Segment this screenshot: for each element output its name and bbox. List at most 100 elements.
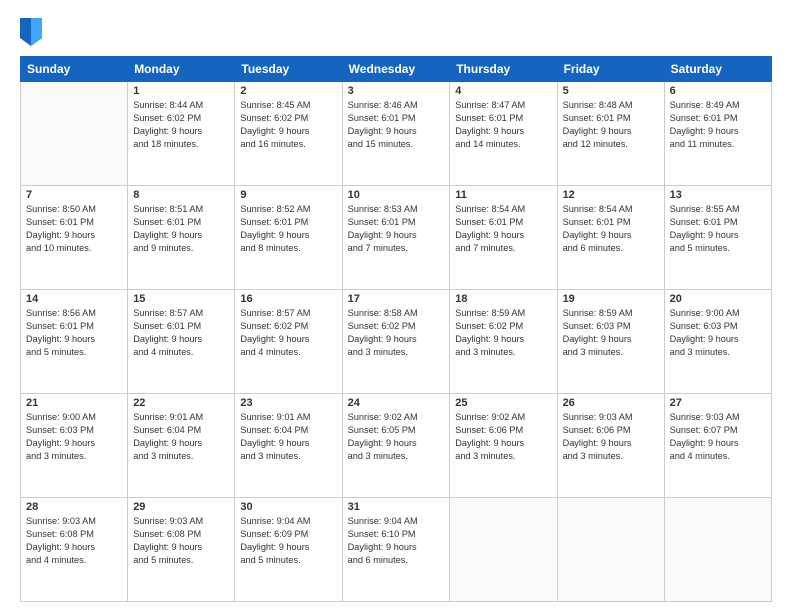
calendar-cell: 17 Sunrise: 8:58 AM Sunset: 6:02 PM Dayli… [342,290,450,394]
calendar-cell: 4 Sunrise: 8:47 AM Sunset: 6:01 PM Daylig… [450,82,557,186]
logo [20,18,46,46]
day-number: 1 [133,85,229,97]
calendar-cell: 6 Sunrise: 8:49 AM Sunset: 6:01 PM Daylig… [664,82,771,186]
cell-content: Sunrise: 8:55 AM Sunset: 6:01 PM Dayligh… [670,203,766,255]
day-number: 7 [26,189,122,201]
cell-content: Sunrise: 9:03 AM Sunset: 6:06 PM Dayligh… [563,411,659,463]
calendar-week-5: 28 Sunrise: 9:03 AM Sunset: 6:08 PM Dayli… [21,498,772,602]
col-header-wednesday: Wednesday [342,57,450,82]
col-header-saturday: Saturday [664,57,771,82]
day-number: 20 [670,293,766,305]
calendar-cell: 21 Sunrise: 9:00 AM Sunset: 6:03 PM Dayli… [21,394,128,498]
calendar-week-1: 1Sunrise: 8:44 AM Sunset: 6:02 PM Daylig… [21,82,772,186]
cell-content: Sunrise: 8:50 AM Sunset: 6:01 PM Dayligh… [26,203,122,255]
logo-icon [20,18,42,46]
cell-content: Sunrise: 9:03 AM Sunset: 6:08 PM Dayligh… [133,515,229,567]
day-number: 12 [563,189,659,201]
day-number: 28 [26,501,122,513]
day-number: 2 [240,85,336,97]
cell-content: Sunrise: 8:59 AM Sunset: 6:02 PM Dayligh… [455,307,551,359]
calendar-cell: 31 Sunrise: 9:04 AM Sunset: 6:10 PM Dayli… [342,498,450,602]
cell-content: Sunrise: 9:04 AM Sunset: 6:09 PM Dayligh… [240,515,336,567]
calendar-week-4: 21 Sunrise: 9:00 AM Sunset: 6:03 PM Dayli… [21,394,772,498]
cell-content: Sunrise: 9:03 AM Sunset: 6:08 PM Dayligh… [26,515,122,567]
calendar: SundayMondayTuesdayWednesdayThursdayFrid… [20,56,772,602]
calendar-cell [450,498,557,602]
day-number: 22 [133,397,229,409]
calendar-cell: 2 Sunrise: 8:45 AM Sunset: 6:02 PM Daylig… [235,82,342,186]
cell-content: Sunrise: 9:00 AM Sunset: 6:03 PM Dayligh… [670,307,766,359]
calendar-cell: 14 Sunrise: 8:56 AM Sunset: 6:01 PM Dayli… [21,290,128,394]
cell-content: Sunrise: 9:01 AM Sunset: 6:04 PM Dayligh… [133,411,229,463]
calendar-cell: 11Sunrise: 8:54 AM Sunset: 6:01 PM Dayli… [450,186,557,290]
calendar-cell: 13 Sunrise: 8:55 AM Sunset: 6:01 PM Dayli… [664,186,771,290]
calendar-cell: 15Sunrise: 8:57 AM Sunset: 6:01 PM Dayli… [128,290,235,394]
cell-content: Sunrise: 8:53 AM Sunset: 6:01 PM Dayligh… [348,203,445,255]
cell-content: Sunrise: 8:59 AM Sunset: 6:03 PM Dayligh… [563,307,659,359]
cell-content: Sunrise: 8:51 AM Sunset: 6:01 PM Dayligh… [133,203,229,255]
cell-content: Sunrise: 9:04 AM Sunset: 6:10 PM Dayligh… [348,515,445,567]
calendar-cell: 12 Sunrise: 8:54 AM Sunset: 6:01 PM Dayli… [557,186,664,290]
day-number: 13 [670,189,766,201]
page: SundayMondayTuesdayWednesdayThursdayFrid… [0,0,792,612]
calendar-cell: 7 Sunrise: 8:50 AM Sunset: 6:01 PM Daylig… [21,186,128,290]
calendar-cell: 3Sunrise: 8:46 AM Sunset: 6:01 PM Daylig… [342,82,450,186]
calendar-cell: 9Sunrise: 8:52 AM Sunset: 6:01 PM Daylig… [235,186,342,290]
cell-content: Sunrise: 9:00 AM Sunset: 6:03 PM Dayligh… [26,411,122,463]
cell-content: Sunrise: 8:47 AM Sunset: 6:01 PM Dayligh… [455,99,551,151]
calendar-cell [21,82,128,186]
calendar-week-3: 14 Sunrise: 8:56 AM Sunset: 6:01 PM Dayli… [21,290,772,394]
calendar-cell: 8Sunrise: 8:51 AM Sunset: 6:01 PM Daylig… [128,186,235,290]
cell-content: Sunrise: 8:56 AM Sunset: 6:01 PM Dayligh… [26,307,122,359]
cell-content: Sunrise: 8:54 AM Sunset: 6:01 PM Dayligh… [563,203,659,255]
day-number: 29 [133,501,229,513]
calendar-week-2: 7 Sunrise: 8:50 AM Sunset: 6:01 PM Daylig… [21,186,772,290]
day-number: 6 [670,85,766,97]
col-header-sunday: Sunday [21,57,128,82]
col-header-friday: Friday [557,57,664,82]
cell-content: Sunrise: 8:54 AM Sunset: 6:01 PM Dayligh… [455,203,551,255]
day-number: 31 [348,501,445,513]
day-number: 18 [455,293,551,305]
day-number: 16 [240,293,336,305]
day-number: 14 [26,293,122,305]
day-number: 26 [563,397,659,409]
calendar-cell: 25Sunrise: 9:02 AM Sunset: 6:06 PM Dayli… [450,394,557,498]
calendar-cell: 24Sunrise: 9:02 AM Sunset: 6:05 PM Dayli… [342,394,450,498]
calendar-cell: 19 Sunrise: 8:59 AM Sunset: 6:03 PM Dayli… [557,290,664,394]
day-number: 9 [240,189,336,201]
calendar-cell: 5Sunrise: 8:48 AM Sunset: 6:01 PM Daylig… [557,82,664,186]
calendar-cell: 20 Sunrise: 9:00 AM Sunset: 6:03 PM Dayli… [664,290,771,394]
header [20,18,772,46]
day-number: 4 [455,85,551,97]
day-number: 10 [348,189,445,201]
cell-content: Sunrise: 8:45 AM Sunset: 6:02 PM Dayligh… [240,99,336,151]
day-number: 3 [348,85,445,97]
day-number: 30 [240,501,336,513]
calendar-cell [664,498,771,602]
col-header-thursday: Thursday [450,57,557,82]
cell-content: Sunrise: 8:58 AM Sunset: 6:02 PM Dayligh… [348,307,445,359]
day-number: 27 [670,397,766,409]
day-number: 17 [348,293,445,305]
col-header-monday: Monday [128,57,235,82]
day-number: 23 [240,397,336,409]
calendar-cell: 27 Sunrise: 9:03 AM Sunset: 6:07 PM Dayli… [664,394,771,498]
cell-content: Sunrise: 9:02 AM Sunset: 6:06 PM Dayligh… [455,411,551,463]
day-number: 24 [348,397,445,409]
cell-content: Sunrise: 8:57 AM Sunset: 6:02 PM Dayligh… [240,307,336,359]
day-number: 21 [26,397,122,409]
calendar-cell: 1Sunrise: 8:44 AM Sunset: 6:02 PM Daylig… [128,82,235,186]
day-number: 19 [563,293,659,305]
calendar-cell: 23 Sunrise: 9:01 AM Sunset: 6:04 PM Dayli… [235,394,342,498]
calendar-cell: 18 Sunrise: 8:59 AM Sunset: 6:02 PM Dayli… [450,290,557,394]
cell-content: Sunrise: 9:03 AM Sunset: 6:07 PM Dayligh… [670,411,766,463]
calendar-cell: 28 Sunrise: 9:03 AM Sunset: 6:08 PM Dayli… [21,498,128,602]
cell-content: Sunrise: 9:01 AM Sunset: 6:04 PM Dayligh… [240,411,336,463]
calendar-cell [557,498,664,602]
cell-content: Sunrise: 8:49 AM Sunset: 6:01 PM Dayligh… [670,99,766,151]
cell-content: Sunrise: 8:48 AM Sunset: 6:01 PM Dayligh… [563,99,659,151]
calendar-cell: 16 Sunrise: 8:57 AM Sunset: 6:02 PM Dayli… [235,290,342,394]
calendar-cell: 30 Sunrise: 9:04 AM Sunset: 6:09 PM Dayli… [235,498,342,602]
calendar-cell: 22 Sunrise: 9:01 AM Sunset: 6:04 PM Dayli… [128,394,235,498]
